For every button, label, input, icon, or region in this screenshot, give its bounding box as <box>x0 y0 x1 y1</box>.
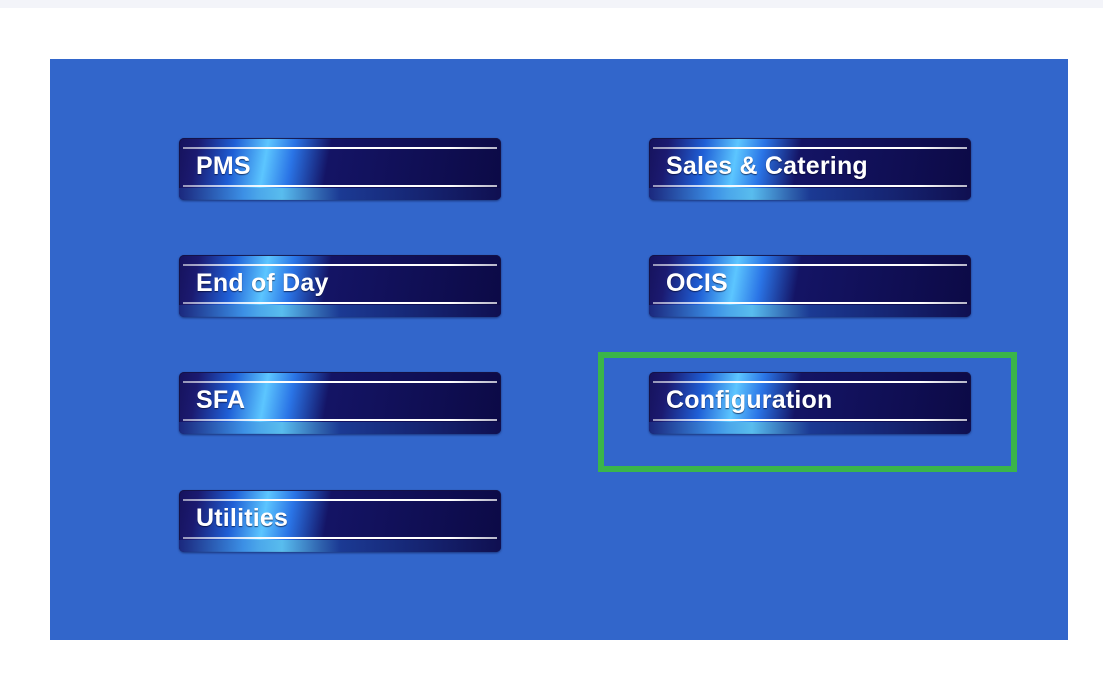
button-highlight-line <box>653 264 967 266</box>
button-highlight-line <box>183 264 497 266</box>
button-highlight-line <box>183 381 497 383</box>
button-label: Sales & Catering <box>666 152 868 180</box>
button-highlight-line <box>653 419 967 421</box>
button-label: End of Day <box>196 269 329 297</box>
end-of-day-button[interactable]: End of Day <box>179 255 501 317</box>
button-bottom-glow <box>179 422 501 434</box>
button-bottom-glow <box>179 305 501 317</box>
button-label: Utilities <box>196 504 289 532</box>
button-bottom-glow <box>649 305 971 317</box>
ocis-button[interactable]: OCIS <box>649 255 971 317</box>
button-highlight-line <box>183 185 497 187</box>
main-menu-panel: PMS End of Day SFA Utilities Sales & Cat… <box>50 59 1068 640</box>
pms-button[interactable]: PMS <box>179 138 501 200</box>
button-highlight-line <box>183 147 497 149</box>
button-bottom-glow <box>179 188 501 200</box>
button-label: Configuration <box>666 386 833 414</box>
button-highlight-line <box>653 302 967 304</box>
button-highlight-line <box>183 419 497 421</box>
sales-catering-button[interactable]: Sales & Catering <box>649 138 971 200</box>
utilities-button[interactable]: Utilities <box>179 490 501 552</box>
configuration-button[interactable]: Configuration <box>649 372 971 434</box>
button-highlight-line <box>653 185 967 187</box>
button-bottom-glow <box>179 540 501 552</box>
button-label: SFA <box>196 386 246 414</box>
button-label: PMS <box>196 152 251 180</box>
button-highlight-line <box>653 381 967 383</box>
sfa-button[interactable]: SFA <box>179 372 501 434</box>
page: PMS End of Day SFA Utilities Sales & Cat… <box>0 0 1103 694</box>
button-highlight-line <box>183 499 497 501</box>
button-highlight-line <box>653 147 967 149</box>
button-bottom-glow <box>649 422 971 434</box>
button-highlight-line <box>183 302 497 304</box>
button-label: OCIS <box>666 269 728 297</box>
button-highlight-line <box>183 537 497 539</box>
button-bottom-glow <box>649 188 971 200</box>
